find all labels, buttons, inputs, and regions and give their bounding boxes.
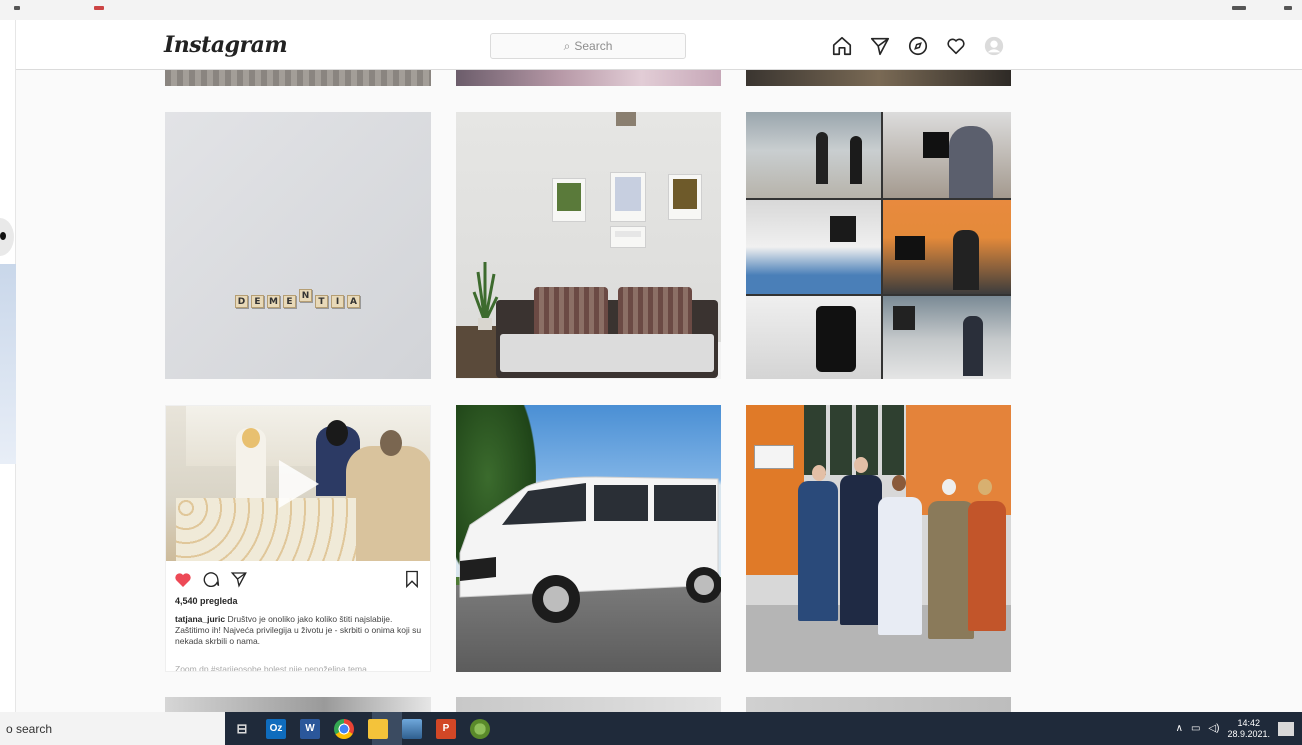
scrabble-tiles: D E M E N T I A [235,289,360,308]
home-icon[interactable] [830,34,854,58]
volume-icon[interactable]: ◁) [1208,723,1219,734]
building-sign [754,445,794,469]
notification-icon[interactable] [1278,721,1294,736]
person-head [854,457,868,473]
photos-icon[interactable] [402,718,422,739]
post-thumbnail[interactable] [456,70,721,86]
taskbar-clock[interactable]: 14:42 28.9.2021. [1227,718,1270,740]
building-wall [746,405,804,575]
comment-icon[interactable] [202,570,220,588]
clock-time: 14:42 [1237,717,1260,728]
person-head [942,479,956,495]
tray-chevron-icon[interactable]: ∧ [1176,723,1183,734]
windows-taskbar: o search ⊟ Oz W P ∧ ▭ ◁) 14:42 28.9.2021… [0,712,1302,745]
profile-icon[interactable] [982,34,1006,58]
ceiling-lamp [616,112,636,126]
powerpoint-icon[interactable]: P [436,718,456,739]
post-thumbnail[interactable] [746,70,1011,86]
cushion [534,287,608,339]
post-actions [174,570,248,588]
scrabble-letter: E [251,295,264,308]
post-dementia[interactable]: D E M E N T I A [165,112,431,379]
person [968,501,1006,631]
view-count: 4,540 pregleda [175,596,238,606]
wall-picture [668,174,702,220]
post-van[interactable] [456,405,721,672]
word-icon[interactable]: W [300,718,320,739]
post-caption: tatjana_juric Društvo je onoliko jako ko… [175,614,425,647]
browser-close-icon[interactable] [1284,6,1292,10]
system-tray: ∧ ▭ ◁) 14:42 28.9.2021. [1176,712,1294,745]
file-explorer-icon[interactable] [368,718,388,739]
like-heart-icon[interactable] [174,571,192,588]
scrabble-letter: T [315,295,328,308]
post-thumbnail[interactable] [165,697,431,712]
post-thumbnail[interactable] [456,697,721,712]
browser-control-icon[interactable] [14,6,20,10]
activity-icon[interactable] [944,34,968,58]
paint-icon[interactable] [470,718,490,739]
post-video[interactable]: 4,540 pregleda tatjana_juric Društvo je … [165,405,431,672]
background-panel [0,264,16,464]
scrabble-letter: M [267,295,280,308]
post-thumbnail[interactable] [746,697,1011,712]
task-view-icon[interactable]: ⊟ [232,719,252,739]
post-group-photo[interactable] [746,405,1011,672]
wall-picture [552,178,586,222]
collage-photo [746,200,881,294]
post-thumbnail[interactable] [165,70,431,86]
clock-date: 28.9.2021. [1227,728,1270,739]
scrabble-letter: I [331,295,344,308]
building-wall [906,405,1011,515]
wall-picture [610,226,646,248]
person [798,481,838,621]
search-icon: ⌕ [563,38,571,53]
background-button[interactable] [0,218,14,256]
search-placeholder: Search [574,39,613,53]
person-head [978,479,992,495]
wall-picture [610,172,646,222]
post-room[interactable] [456,112,721,379]
bookmark-icon[interactable] [404,570,420,588]
cushion [618,287,692,339]
nav-icons [830,34,1006,58]
person [840,475,882,625]
collage-photo [883,112,1011,198]
collage-photo [746,112,881,198]
sofa-seat [500,334,714,372]
caption-username[interactable]: tatjana_juric [175,614,225,624]
collage-photo [883,296,1011,379]
instagram-header: Instagram ⌕ Search [16,20,1302,70]
taskbar-search-box[interactable]: o search [0,712,225,745]
taskbar-apps: ⊟ Oz W P [232,712,490,745]
scrabble-letter: D [235,295,248,308]
search-input[interactable]: ⌕ Search [490,33,686,59]
explore-icon[interactable] [906,34,930,58]
outlook-icon[interactable]: Oz [266,718,286,739]
scrabble-letter: N [299,289,312,302]
share-icon[interactable] [230,570,248,588]
chrome-icon[interactable] [334,718,354,739]
play-icon[interactable] [279,460,319,508]
caption-more: Zoom.dp.#starijeosobe.bolest.nije.nepože… [175,664,367,672]
direct-icon[interactable] [868,34,892,58]
scrabble-letter: E [283,295,296,308]
scrabble-letter: A [347,295,360,308]
instagram-logo[interactable]: Instagram [164,32,288,58]
person-head [892,475,906,491]
browser-minimize-icon[interactable] [1232,6,1246,10]
person-head [812,465,826,481]
video-player[interactable] [166,406,430,561]
collage-photo [883,200,1011,294]
network-icon[interactable]: ▭ [1191,723,1200,734]
collage-photo [746,296,881,379]
browser-tab-strip [0,0,1302,20]
person [878,497,922,635]
van-image [459,476,721,623]
background-window-edge [0,20,16,712]
browser-tab-icon[interactable] [94,6,104,10]
post-camera-collage[interactable] [746,112,1011,379]
